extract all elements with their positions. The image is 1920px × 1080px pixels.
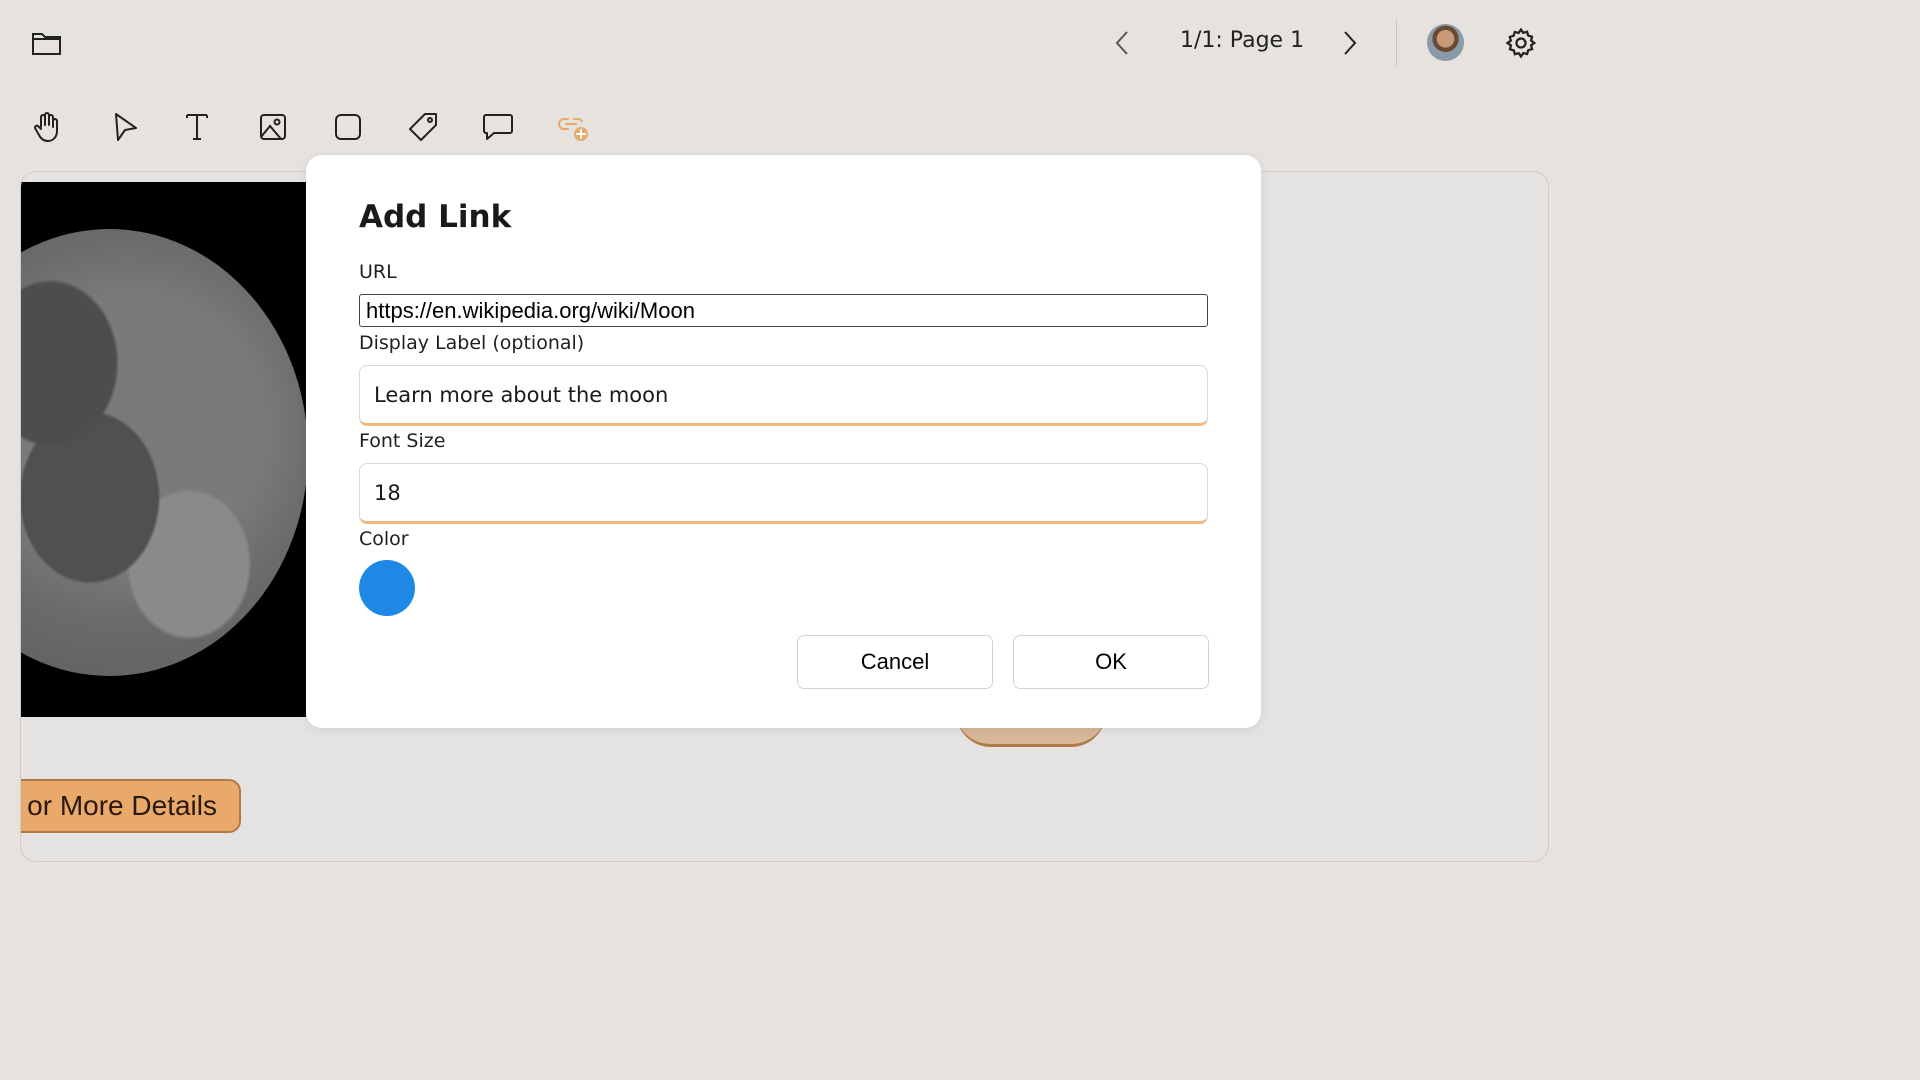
chevron-right-icon[interactable] [1336,28,1364,58]
url-input[interactable] [359,294,1208,327]
chevron-left-icon[interactable] [1108,28,1136,58]
page-indicator: 1/1: Page 1 [1180,28,1305,53]
add-link-icon[interactable] [556,110,592,146]
url-label: URL [359,261,397,283]
toolbar-divider [1396,20,1397,66]
tag-icon[interactable] [406,110,440,144]
comment-icon[interactable] [481,110,515,144]
details-link-button[interactable]: or More Details [21,779,241,833]
avatar[interactable] [1427,24,1464,61]
text-icon[interactable] [180,110,214,144]
moon-image[interactable] [21,182,306,717]
folder-icon[interactable] [30,28,64,58]
color-swatch[interactable] [359,560,415,616]
font-size-input[interactable] [359,463,1208,524]
pointer-icon[interactable] [108,110,142,144]
moon-graphic [21,229,306,676]
gear-icon[interactable] [1502,24,1540,62]
cancel-button[interactable]: Cancel [797,635,993,689]
image-icon[interactable] [256,110,290,144]
color-label: Color [359,528,409,550]
display-label-label: Display Label (optional) [359,332,585,354]
hand-icon[interactable] [30,110,64,144]
rectangle-icon[interactable] [331,110,365,144]
ok-button[interactable]: OK [1013,635,1209,689]
font-size-label: Font Size [359,430,446,452]
add-link-dialog: Add Link URL Display Label (optional) Fo… [306,155,1261,728]
display-label-input[interactable] [359,365,1208,426]
dialog-title: Add Link [359,199,512,235]
